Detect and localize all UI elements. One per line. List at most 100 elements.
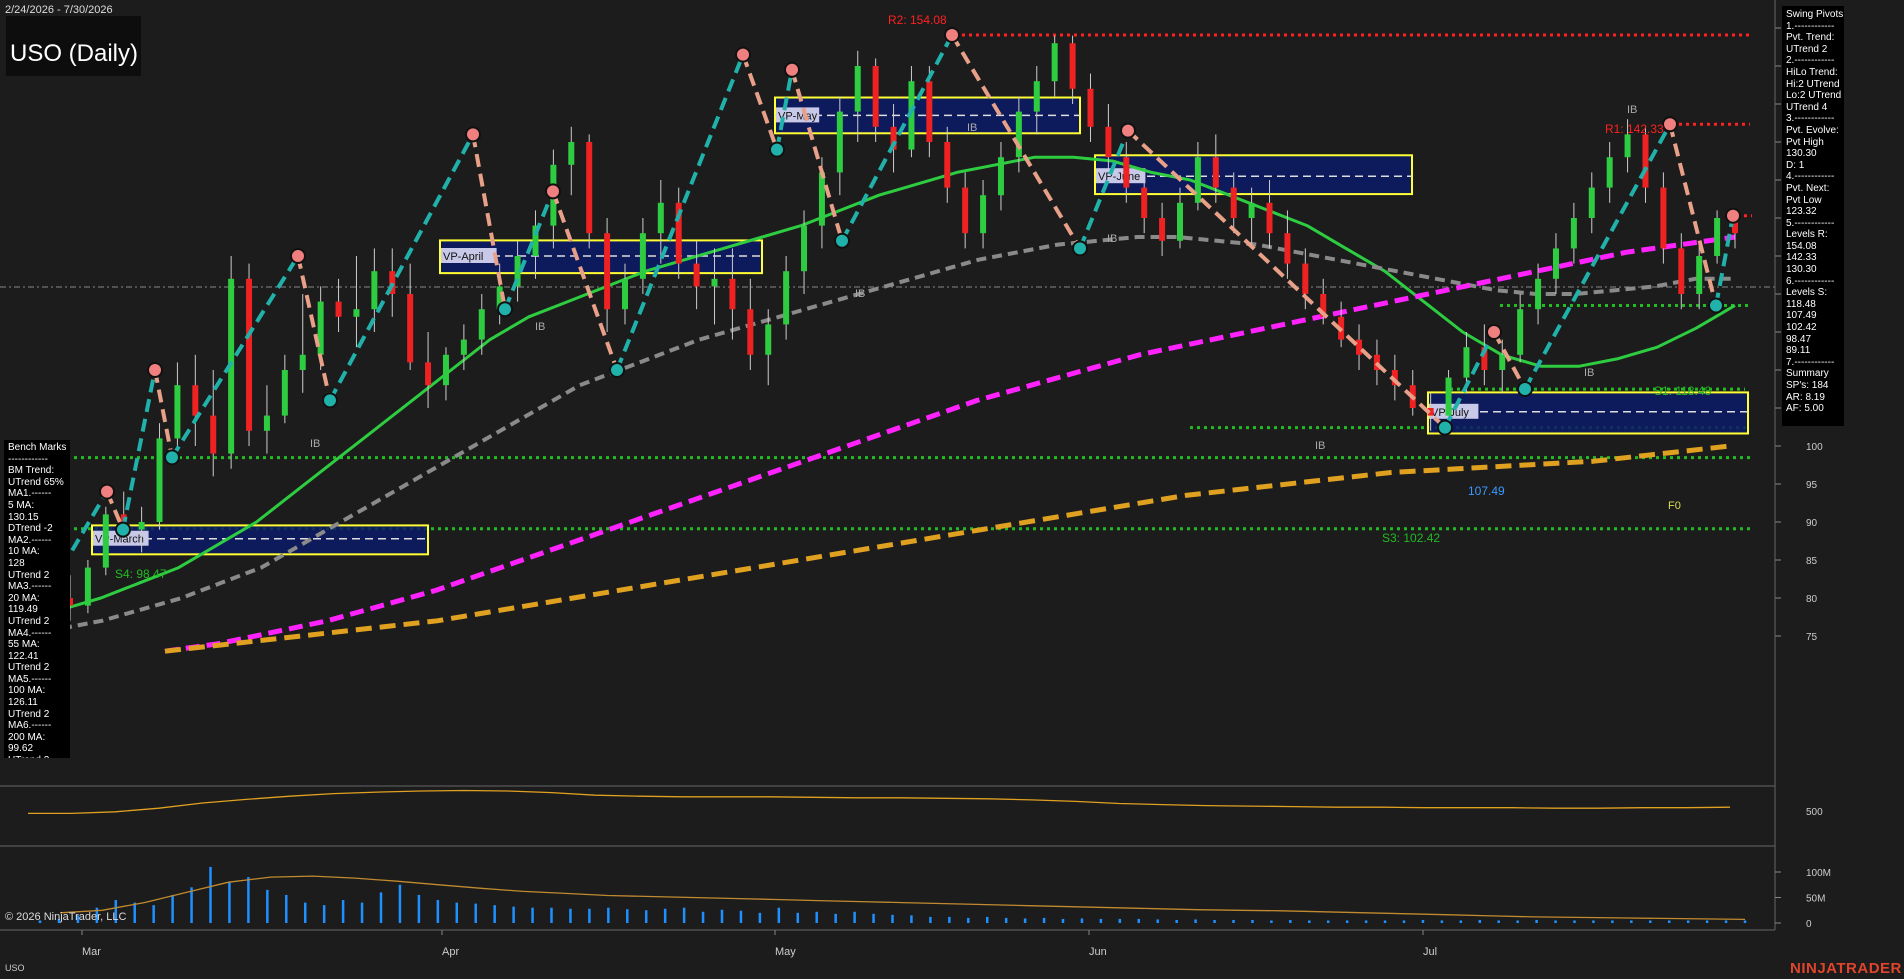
candle-body [639, 233, 646, 279]
chart-title: USO (Daily) [10, 40, 139, 67]
swing-pivots-line: 2.------------ [1786, 55, 1835, 67]
candle-body [1445, 377, 1452, 416]
time-tick-label: Jun [1089, 946, 1107, 958]
bench-marks-line: UTrend 2 [8, 615, 50, 627]
bench-marks-panel: Bench Marks ------------ BM Trend: UTrend 6… [4, 440, 70, 758]
swing-pivots-line: 154.08 [1786, 240, 1817, 252]
level-label: S1: 118.48 [1654, 384, 1711, 398]
candle-body [1642, 134, 1649, 188]
value-area-label: VP-June [1098, 171, 1140, 183]
swing-pivots-line: Lo:2 UTrend [1786, 90, 1842, 102]
swing-pivots-line: D: 1 [1786, 159, 1805, 171]
swing-high-marker [1725, 207, 1741, 224]
swing-pivots-line: 123.32 [1786, 206, 1817, 218]
swing-pivots-line: 3.------------ [1786, 113, 1835, 125]
price-tick-label: 95 [1806, 480, 1818, 491]
upswing-segment [840, 34, 954, 242]
candle-body [1069, 43, 1076, 89]
candle-body [138, 522, 145, 530]
candle-body [407, 294, 414, 363]
swing-high-marker [465, 126, 481, 143]
candle-body [729, 278, 736, 310]
oscillator-line [28, 789, 1731, 815]
swing-high-marker [545, 183, 561, 200]
volume-tick-label: 50M [1806, 894, 1825, 905]
swing-pivots-line: Levels S: [1786, 287, 1828, 299]
time-tick-label: May [775, 946, 796, 958]
candle-body [425, 362, 432, 386]
candle-body [1177, 202, 1183, 241]
candle-body [1535, 278, 1542, 310]
swing-pivots-line: Pvt Low [1786, 194, 1822, 206]
downswing-segment [741, 53, 779, 151]
level-label: S3: 102.42 [1382, 531, 1440, 545]
swing-pivots-line: 142.33 [1786, 252, 1817, 264]
bench-marks-line: UTrend 65% [8, 476, 64, 488]
time-axis: Mar Apr May Jun Jul [0, 929, 1775, 958]
swing-high-marker [147, 362, 163, 378]
bench-marks-line: 119.49 [8, 604, 38, 616]
candle-body [1051, 43, 1058, 82]
swing-low-marker [1072, 240, 1088, 257]
candle-body [84, 567, 91, 606]
price-chart[interactable]: VP-MarchVP-AprilVP-MayVP-JuneVP-July R2:… [0, 0, 1904, 979]
candle-body [1678, 248, 1685, 294]
candle-body [1194, 157, 1201, 203]
candle-body [1624, 134, 1631, 158]
candle-body [1087, 88, 1094, 127]
bench-marks-line: 10 MA: [8, 546, 40, 558]
candle-body [1552, 248, 1559, 279]
swing-pivots-line: 118.48 [1786, 298, 1816, 310]
swing-pivots-panel: Swing Pivots 1.------------ Pvt. Trend: UTr… [1782, 6, 1844, 426]
swing-low-marker [115, 521, 131, 538]
swing-pivots-line: 130.30 [1786, 148, 1817, 160]
price-tick-label: 90 [1806, 518, 1818, 529]
swing-pivots-line: Pvt. Evolve: [1786, 124, 1839, 136]
main-price-panel: VP-MarchVP-AprilVP-MayVP-JuneVP-July R2:… [0, 13, 1775, 654]
candle-body [1302, 263, 1309, 294]
swing-high-marker [944, 26, 960, 43]
price-tick-label: 100 [1806, 442, 1823, 453]
inside-bar-label: IB [535, 321, 545, 333]
oscillator-axis-label: 500 [1806, 807, 1823, 818]
level-label: R1: 142.33 [1605, 122, 1664, 136]
bench-marks-line: 99.62 [8, 743, 34, 755]
bench-marks-line: MA4.------ [8, 627, 52, 639]
candle-body [246, 278, 253, 431]
upswing-segment [170, 254, 300, 459]
candle-body [263, 415, 270, 431]
value-area-label: VP-April [443, 251, 483, 263]
candle-body [1015, 111, 1022, 158]
candle-body [192, 385, 199, 416]
swing-low-marker [769, 141, 785, 158]
candle-body [460, 339, 467, 355]
candle-body [1696, 256, 1703, 294]
bench-marks-line: MA3.------ [8, 581, 52, 593]
upswing-segment [615, 53, 745, 371]
candle-body [1159, 218, 1166, 241]
swing-low-marker [1708, 297, 1724, 314]
swing-pivots-line: Summary [1786, 368, 1829, 380]
candle-body [156, 438, 163, 522]
symbol-label: USO [5, 963, 25, 973]
candle-body [1230, 187, 1237, 218]
candle-body [1105, 126, 1112, 158]
price-tick-label: 80 [1806, 594, 1818, 605]
candle-body [1141, 187, 1148, 218]
candle-body [210, 415, 217, 454]
bench-marks-line: UTrend 2 [8, 662, 50, 674]
candle-body [1266, 202, 1273, 234]
inside-bar-label: IB [1584, 367, 1594, 379]
price-tick-label: 85 [1806, 556, 1818, 567]
bench-marks-line: ------------ [8, 453, 48, 465]
candle-body [174, 385, 181, 439]
f0-label: F0 [1668, 500, 1681, 512]
volume-tick-label: 100M [1806, 868, 1831, 879]
downswing-segment [790, 69, 844, 242]
swing-pivots-line: UTrend 2 [1786, 43, 1828, 55]
candle-body [353, 309, 360, 317]
swing-pivots-line: 102.42 [1786, 322, 1817, 334]
candle-body [765, 324, 772, 355]
candle-body [568, 142, 575, 165]
candle-body [1284, 233, 1291, 264]
